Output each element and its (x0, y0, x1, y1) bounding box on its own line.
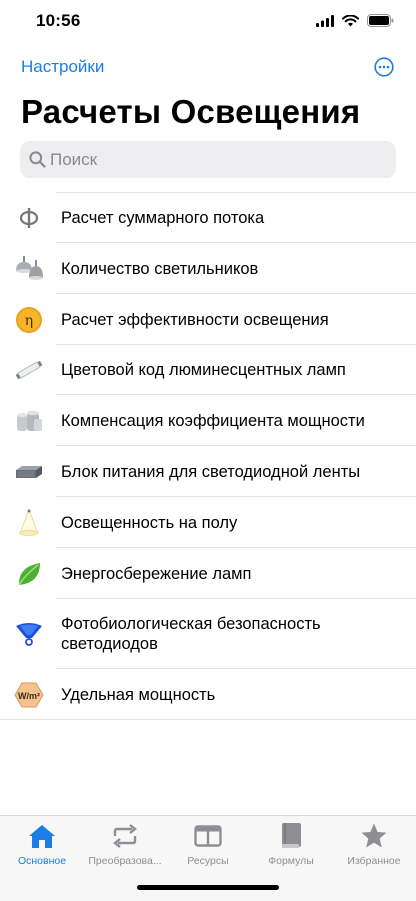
convert-icon (110, 822, 140, 850)
led-icon (14, 619, 44, 649)
tab-label: Ресурсы (187, 855, 229, 867)
resources-icon (193, 822, 223, 850)
search-bar[interactable] (20, 141, 396, 178)
tab-label: Основное (17, 855, 67, 867)
calculations-list: Расчет суммарного потока Количество свет… (0, 192, 416, 720)
fluorescent-tube-icon (14, 355, 44, 385)
tab-favorites[interactable]: Избранное (332, 822, 416, 874)
svg-text:W/m²: W/m² (18, 691, 40, 701)
list-item-label: Блок питания для светодиодной ленты (61, 462, 361, 481)
svg-text:η: η (25, 313, 33, 329)
book-icon (276, 822, 306, 850)
list-item-label: Удельная мощность (61, 685, 216, 704)
tab-label: Избранное (347, 855, 401, 867)
list-item[interactable]: Количество светильников (0, 243, 416, 294)
list-item[interactable]: η Расчет эффективности освещения (0, 294, 416, 345)
list-item-label: Компенсация коэффициента мощности (61, 411, 365, 430)
battery-icon (367, 14, 394, 27)
list-item-label: Расчет эффективности освещения (61, 310, 329, 329)
ceiling-lamps-icon (14, 254, 44, 284)
list-item-label: Цветовой код люминесцентных ламп (61, 361, 346, 379)
tab-resources[interactable]: Ресурсы (166, 822, 250, 874)
star-icon (359, 822, 389, 850)
list-item[interactable]: Цветовой код люминесцентных ламп (0, 345, 416, 395)
list-item-label: Фотобиологическая безопасность светодиод… (61, 615, 321, 653)
more-options-icon[interactable] (374, 57, 394, 77)
tab-label: Преобразова... (88, 855, 162, 867)
list-item[interactable]: Компенсация коэффициента мощности (0, 395, 416, 446)
signal-icon (316, 14, 334, 27)
power-supply-icon (14, 457, 44, 487)
tab-label: Формулы (268, 855, 314, 867)
page-title: Расчеты Освещения (21, 93, 361, 130)
list-item[interactable]: Блок питания для светодиодной ленты (0, 446, 416, 497)
list-item-label: Энергосбережение ламп (61, 564, 252, 583)
leaf-icon (14, 559, 44, 589)
list-item[interactable]: Освещенность на полу (0, 497, 416, 548)
list-item[interactable]: W/m² Удельная мощность (0, 669, 416, 720)
list-item-label: Освещенность на полу (61, 513, 238, 532)
tab-converters[interactable]: Преобразова... (83, 822, 167, 874)
list-item[interactable]: Фотобиологическая безопасность светодиод… (0, 599, 416, 669)
search-icon (29, 151, 46, 168)
home-indicator (137, 885, 279, 890)
wifi-icon (342, 14, 359, 26)
list-item[interactable]: Энергосбережение ламп (0, 548, 416, 599)
list-item-label: Количество светильников (61, 259, 259, 278)
tab-main[interactable]: Основное (0, 822, 84, 874)
list-divider (0, 719, 416, 720)
list-item-label: Расчет суммарного потока (61, 209, 265, 227)
status-bar: 10:56 (0, 0, 416, 46)
back-button[interactable]: Настройки (21, 57, 104, 77)
capacitor-icon (14, 406, 44, 436)
tab-formulas[interactable]: Формулы (249, 822, 333, 874)
status-time: 10:56 (36, 11, 81, 30)
light-cone-icon (14, 508, 44, 538)
search-input[interactable] (50, 141, 380, 178)
eta-icon: η (14, 305, 44, 335)
status-icons (316, 14, 394, 27)
wm2-icon: W/m² (14, 680, 44, 710)
list-item[interactable]: Расчет суммарного потока (0, 193, 416, 243)
house-icon (27, 822, 57, 850)
phi-icon (14, 203, 44, 233)
